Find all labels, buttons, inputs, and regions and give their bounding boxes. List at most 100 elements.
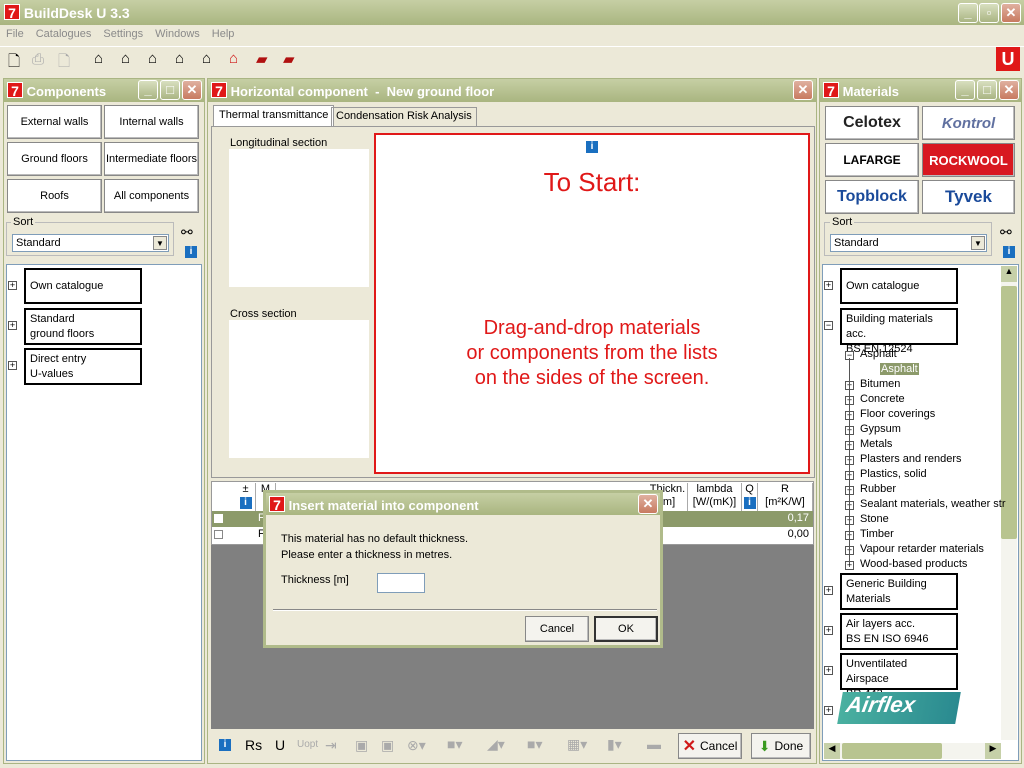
maximize-button[interactable]: □ <box>160 80 180 100</box>
house-ground-floor-icon[interactable]: ⌂ <box>148 50 157 67</box>
brand-rockwool[interactable]: ROCKWOOL <box>922 143 1015 177</box>
close-button[interactable]: ✕ <box>999 80 1019 100</box>
brand-airflex[interactable]: Airflex <box>837 692 961 724</box>
print-icon[interactable]: ⎙ <box>32 51 44 68</box>
expand-icon[interactable]: + <box>8 281 17 290</box>
info-icon[interactable]: i <box>239 497 252 509</box>
sort-select[interactable]: Standard ▼ <box>830 234 987 252</box>
wall-shape-icon[interactable]: ■▾ <box>447 736 462 753</box>
internal-walls-button[interactable]: Internal walls <box>104 105 199 139</box>
horizontal-scrollbar[interactable]: ◀ ▶ <box>824 743 1001 759</box>
tree-item[interactable]: Vapour retarder materials <box>860 543 984 555</box>
house-open-icon[interactable]: ⌂ <box>229 50 238 67</box>
catalogue-generic[interactable]: Generic Building Materials <box>840 573 958 610</box>
expand-icon[interactable]: + <box>824 706 833 715</box>
tree-item[interactable]: Sealant materials, weather str <box>860 498 1006 510</box>
move-up-icon[interactable]: ▣ <box>355 737 368 754</box>
drop-zone[interactable]: i To Start: Drag-and-drop materials or c… <box>374 133 810 474</box>
maximize-button[interactable]: □ <box>977 80 997 100</box>
close-button[interactable]: ✕ <box>793 80 813 100</box>
catalogue-own[interactable]: Own catalogue <box>840 268 958 304</box>
brand-kontrol[interactable]: Kontrol <box>922 106 1015 140</box>
close-button[interactable]: ✕ <box>182 80 202 100</box>
tree-standard-ground-floors[interactable]: Standard ground floors <box>24 308 142 345</box>
bricks-new-icon[interactable]: ▰ <box>256 50 268 68</box>
row-checkbox[interactable] <box>214 530 223 539</box>
u-button[interactable]: U <box>275 737 285 753</box>
house-external-wall-icon[interactable]: ⌂ <box>94 50 103 67</box>
menu-help[interactable]: Help <box>212 28 235 40</box>
tree-item[interactable]: Concrete <box>860 393 905 405</box>
minimize-button[interactable]: _ <box>958 3 978 23</box>
tree-item[interactable]: Wood-based products <box>860 558 967 570</box>
expand-icon[interactable]: + <box>824 666 833 675</box>
tree-direct-entry[interactable]: Direct entry U-values <box>24 348 142 385</box>
menu-file[interactable]: File <box>6 28 24 40</box>
expand-icon[interactable]: + <box>8 321 17 330</box>
scroll-left-icon[interactable]: ◀ <box>824 743 840 759</box>
new-document-icon[interactable]: 🗋 <box>8 51 20 76</box>
grid-icon[interactable]: ▦▾ <box>567 736 587 753</box>
expand-icon[interactable]: + <box>824 626 833 635</box>
insert-layer-icon[interactable]: ⇥ <box>325 737 337 754</box>
roofs-button[interactable]: Roofs <box>7 179 102 213</box>
tree-item[interactable]: Metals <box>860 438 892 450</box>
expand-icon[interactable]: + <box>824 281 833 290</box>
tree-item[interactable]: Asphalt <box>860 348 897 360</box>
info-icon[interactable]: i <box>586 141 598 153</box>
catalogue-unventilated-airspace[interactable]: Unventilated Airspace BR 443 <box>840 653 958 700</box>
info-icon[interactable]: i <box>1003 246 1015 258</box>
tree-item[interactable]: Plastics, solid <box>860 468 927 480</box>
tree-item[interactable]: Gypsum <box>860 423 901 435</box>
tab-condensation-risk[interactable]: Condensation Risk Analysis <box>331 107 477 126</box>
minimize-button[interactable]: _ <box>138 80 158 100</box>
expand-icon[interactable]: + <box>8 361 17 370</box>
catalogue-air-layers[interactable]: Air layers acc. BS EN ISO 6946 <box>840 613 958 650</box>
tree-item[interactable]: Rubber <box>860 483 896 495</box>
house-roof-icon[interactable]: ⌂ <box>202 50 211 67</box>
tree-item[interactable]: Plasters and renders <box>860 453 962 465</box>
uopt-button[interactable]: Uopt <box>297 739 318 750</box>
minimize-button[interactable]: _ <box>955 80 975 100</box>
binoculars-icon[interactable]: ⚯ <box>1000 224 1012 241</box>
tree-item[interactable]: Timber <box>860 528 894 540</box>
row-checkbox[interactable] <box>214 514 223 523</box>
brand-celotex[interactable]: Celotex <box>825 106 919 140</box>
cancel-button[interactable]: ✕ Cancel <box>678 733 742 759</box>
external-walls-button[interactable]: External walls <box>7 105 102 139</box>
menu-catalogues[interactable]: Catalogues <box>36 28 92 40</box>
house-internal-wall-icon[interactable]: ⌂ <box>121 50 130 67</box>
tab-thermal-transmittance[interactable]: Thermal transmittance <box>213 105 335 126</box>
info-icon[interactable]: i <box>185 246 197 258</box>
info-icon[interactable]: i <box>743 497 756 509</box>
export-icon[interactable]: ▬ <box>647 736 661 752</box>
brand-tyvek[interactable]: Tyvek <box>922 180 1015 214</box>
ground-floors-button[interactable]: Ground floors <box>7 142 102 176</box>
rs-button[interactable]: Rs <box>245 737 262 753</box>
brand-lafarge[interactable]: LAFARGE <box>825 143 919 177</box>
all-components-button[interactable]: All components <box>104 179 199 213</box>
binoculars-icon[interactable]: ⚯ <box>181 224 193 241</box>
close-button[interactable]: ✕ <box>1001 3 1021 23</box>
tree-own-catalogue[interactable]: Own catalogue <box>24 268 142 304</box>
scrollbar-thumb[interactable] <box>842 743 942 759</box>
profile-icon[interactable]: ▮▾ <box>607 736 622 753</box>
dialog-close-button[interactable]: ✕ <box>638 494 658 514</box>
catalogue-bs-en-12524[interactable]: Building materials acc. BS EN 12524 <box>840 308 958 355</box>
house-intermediate-floor-icon[interactable]: ⌂ <box>175 50 184 67</box>
panel-icon[interactable]: ■▾ <box>527 736 542 753</box>
scroll-up-icon[interactable]: ▲ <box>1001 266 1017 282</box>
menu-settings[interactable]: Settings <box>103 28 143 40</box>
slope-icon[interactable]: ◢▾ <box>487 736 505 753</box>
tree-item[interactable]: Stone <box>860 513 889 525</box>
dialog-ok-button[interactable]: OK <box>594 616 658 642</box>
menu-windows[interactable]: Windows <box>155 28 200 40</box>
tree-item[interactable]: Bitumen <box>860 378 900 390</box>
print-preview-icon[interactable]: 🗋 <box>58 51 70 76</box>
info-icon[interactable]: i <box>219 739 231 751</box>
done-button[interactable]: ⬇ Done <box>751 733 811 759</box>
expand-icon[interactable]: + <box>824 586 833 595</box>
fixing-icon[interactable]: ⊗▾ <box>407 737 426 754</box>
thickness-input[interactable] <box>377 573 425 593</box>
intermediate-floors-button[interactable]: Intermediate floors <box>104 142 199 176</box>
